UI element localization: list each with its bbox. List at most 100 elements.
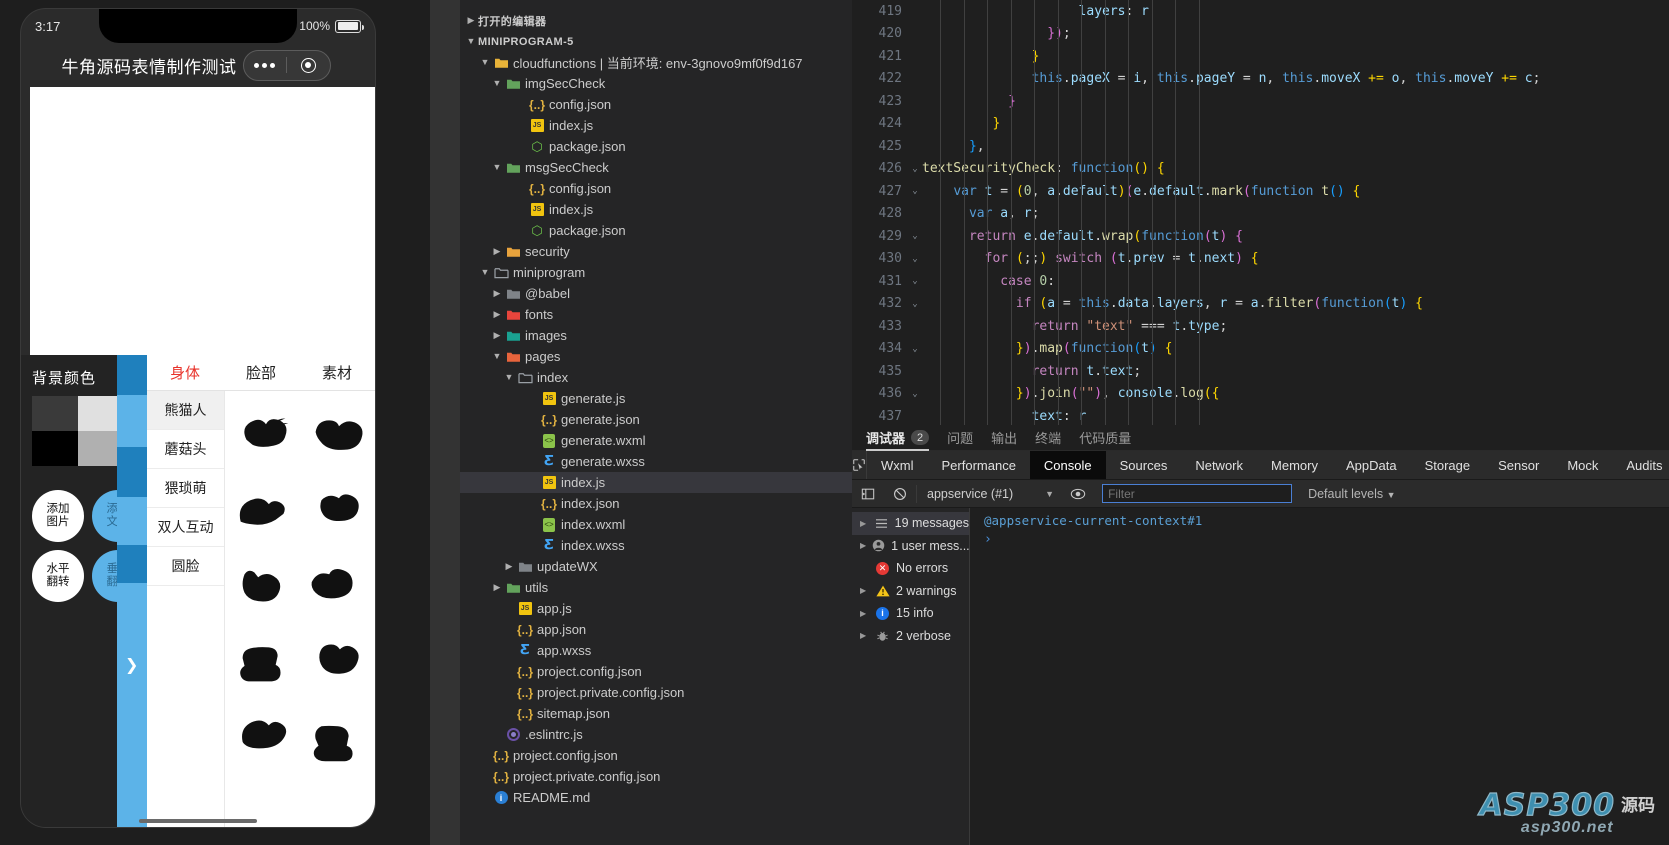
chevron-right-icon[interactable]: ▶ [490,304,504,325]
fold-chevron-icon[interactable]: ⌄ [908,276,922,286]
sticker-item[interactable] [227,547,300,623]
devtools-tab-sensor[interactable]: Sensor [1484,451,1553,479]
panel-tab[interactable]: 终端 [1035,425,1061,451]
code-line[interactable]: 434⌄ }).map(function(t) { [852,338,1669,361]
code-line[interactable]: 425 }, [852,135,1669,158]
chevron-right-icon[interactable]: ▶ [502,556,516,577]
sticker-item[interactable] [300,547,373,623]
code-line[interactable]: 427⌄ var t = (0, a.default)(e.default.ma… [852,180,1669,203]
devtools-tab-wxml[interactable]: Wxml [867,451,928,479]
tab-material[interactable]: 素材 [299,362,375,383]
chevron-right-icon[interactable]: ▶ [490,577,504,598]
code-line[interactable]: 421 } [852,45,1669,68]
tree-file[interactable]: {..}project.private.config.json [460,682,852,703]
tree-file[interactable]: ⬡package.json [460,136,852,157]
fold-chevron-icon[interactable]: ⌄ [908,186,922,196]
tab-body[interactable]: 身体 [147,362,223,383]
code-line[interactable]: 435 return t.text; [852,360,1669,383]
chevron-right-icon[interactable]: ▶ [860,631,869,640]
tree-file[interactable]: JSindex.js [460,199,852,220]
fold-chevron-icon[interactable]: ⌄ [908,231,922,241]
explorer-section-workspace[interactable]: ▼MINIPROGRAM-5 [460,31,852,52]
chevron-down-icon[interactable]: ▼ [502,367,516,388]
tree-file[interactable]: JSgenerate.js [460,388,852,409]
tree-file[interactable]: {..}generate.json [460,409,852,430]
category-item[interactable]: 圆脸 [147,547,224,586]
fold-chevron-icon[interactable]: ⌄ [908,389,922,399]
devtools-tab-audits[interactable]: Audits [1612,451,1669,479]
console-sidebar-row[interactable]: ▶2 verbose [852,625,969,648]
chevron-right-icon[interactable]: ▶ [860,541,866,550]
tree-file[interactable]: {..}sitemap.json [460,703,852,724]
tree-folder[interactable]: ▼index [460,367,852,388]
tree-folder[interactable]: ▶images [460,325,852,346]
drawer-handle[interactable]: ❯ [117,355,147,828]
chevron-down-icon[interactable]: ▼ [478,262,492,283]
devtools-tab-console[interactable]: Console [1030,451,1106,479]
devtools-tab-performance[interactable]: Performance [928,451,1030,479]
chevron-right-icon[interactable]: ▶ [860,609,869,618]
chevron-down-icon[interactable]: ▼ [1045,489,1054,499]
tree-file[interactable]: iREADME.md [460,787,852,808]
tree-file[interactable]: Ƹgenerate.wxss [460,451,852,472]
code-line[interactable]: 419 layers: r [852,0,1669,23]
chevron-right-icon[interactable]: ▶ [490,283,504,304]
more-icon[interactable] [244,63,287,68]
devtools-tab-network[interactable]: Network [1181,451,1257,479]
fold-chevron-icon[interactable]: ⌄ [908,164,922,174]
tree-folder[interactable]: ▼imgSecCheck [460,73,852,94]
emoji-canvas[interactable] [30,87,375,355]
devtools-tab-mock[interactable]: Mock [1553,451,1612,479]
tree-file[interactable]: .eslintrc.js [460,724,852,745]
category-item[interactable]: 蘑菇头 [147,430,224,469]
tree-folder[interactable]: ▼miniprogram [460,262,852,283]
console-prompt[interactable]: › [970,528,1669,547]
flip-horizontal-button[interactable]: 水平 翻转 [32,550,84,602]
category-item[interactable]: 双人互动 [147,508,224,547]
code-line[interactable]: 423 } [852,90,1669,113]
tree-file[interactable]: Ƹapp.wxss [460,640,852,661]
tree-folder[interactable]: ▶fonts [460,304,852,325]
sticker-item[interactable] [300,471,373,547]
fold-chevron-icon[interactable]: ⌄ [908,299,922,309]
tab-face[interactable]: 脸部 [223,362,299,383]
console-sidebar-row[interactable]: ▶1 user mess... [852,535,969,558]
console-sidebar-row[interactable]: ▶19 messages [852,512,969,535]
live-expression-icon[interactable] [1062,480,1094,508]
color-swatch[interactable] [32,396,78,431]
tree-file[interactable]: {..}project.private.config.json [460,766,852,787]
tree-file[interactable]: {..}index.json [460,493,852,514]
explorer-section-open-editors[interactable]: ▶打开的编辑器 [460,10,852,31]
chevron-down-icon[interactable]: ▼ [490,73,504,94]
wechat-capsule[interactable] [243,50,331,81]
devtools-tab-sources[interactable]: Sources [1106,451,1182,479]
panel-tab[interactable]: 调试器2 [866,425,929,451]
tree-folder[interactable]: ▼pages [460,346,852,367]
tree-file[interactable]: JSindex.js [460,115,852,136]
chevron-down-icon[interactable]: ▼ [478,52,492,73]
color-swatch[interactable] [32,431,78,466]
code-line[interactable]: 422 this.pageX = i, this.pageY = n, this… [852,68,1669,91]
chevron-right-icon[interactable]: ▶ [490,325,504,346]
chevron-right-icon[interactable]: ▶ [860,519,868,528]
chevron-right-icon[interactable]: ❯ [125,655,138,675]
code-line[interactable]: 424 } [852,113,1669,136]
sticker-item[interactable] [300,699,373,775]
code-line[interactable]: 431⌄ case 0: [852,270,1669,293]
tree-file[interactable]: {..}project.config.json [460,661,852,682]
inspect-element-icon[interactable] [852,451,867,479]
code-line[interactable]: 420 }); [852,23,1669,46]
sticker-item[interactable] [227,395,300,471]
devtools-tab-storage[interactable]: Storage [1411,451,1485,479]
tree-file[interactable]: Ƹindex.wxss [460,535,852,556]
chevron-down-icon[interactable]: ▼ [1387,490,1396,500]
chevron-down-icon[interactable]: ▼ [464,31,478,52]
tree-file[interactable]: <>generate.wxml [460,430,852,451]
panel-tab[interactable]: 问题 [947,425,973,451]
code-line[interactable]: 429⌄ return e.default.wrap(function(t) { [852,225,1669,248]
devtools-tab-appdata[interactable]: AppData [1332,451,1411,479]
clear-console-icon[interactable] [884,480,916,508]
sticker-item[interactable] [300,623,373,699]
category-item[interactable]: 熊猫人 [147,391,224,430]
code-line[interactable]: 433 return "text" === t.type; [852,315,1669,338]
